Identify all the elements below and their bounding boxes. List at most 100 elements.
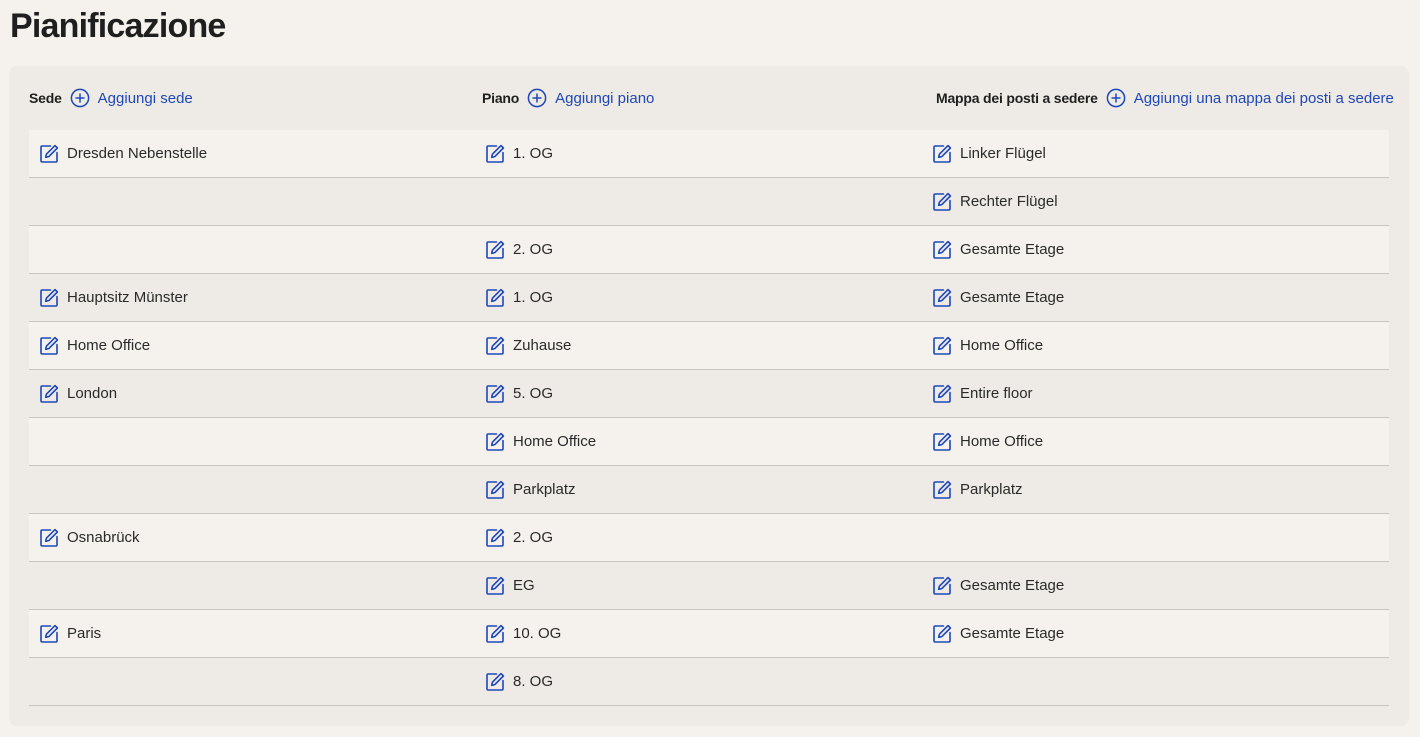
- mappa-name: Gesamte Etage: [960, 289, 1065, 306]
- piano-cell: 1. OG: [484, 130, 553, 177]
- edit-icon[interactable]: [484, 383, 506, 405]
- column-header-piano: Piano Aggiungi piano: [482, 66, 654, 130]
- add-mappa-link[interactable]: Aggiungi una mappa dei posti a sedere: [1106, 88, 1394, 108]
- mappa-cell: Gesamte Etage: [931, 562, 1064, 609]
- edit-icon[interactable]: [38, 143, 60, 165]
- edit-icon[interactable]: [484, 143, 506, 165]
- edit-icon[interactable]: [484, 239, 506, 261]
- edit-icon[interactable]: [484, 479, 506, 501]
- sede-name: Dresden Nebenstelle: [67, 145, 208, 162]
- sede-cell: London: [38, 370, 117, 417]
- sede-cell: Paris: [38, 610, 101, 657]
- edit-icon[interactable]: [484, 575, 506, 597]
- edit-icon[interactable]: [38, 623, 60, 645]
- mappa-name: Gesamte Etage: [960, 241, 1065, 258]
- piano-cell: 2. OG: [484, 514, 553, 561]
- edit-icon[interactable]: [931, 575, 953, 597]
- piano-name: Home Office: [513, 433, 597, 450]
- table-row: Home Office Zuhause Home Office: [29, 322, 1389, 370]
- piano-name: 1. OG: [513, 145, 554, 162]
- sede-name: Osnabrück: [67, 529, 140, 546]
- mappa-name: Home Office: [960, 337, 1044, 354]
- column-header-mappa: Mappa dei posti a sedere Aggiungi una ma…: [936, 66, 1394, 130]
- piano-name: Zuhause: [513, 337, 572, 354]
- plus-circle-icon: [527, 88, 547, 108]
- table-row: Paris 10. OG Gesamte Etage: [29, 610, 1389, 658]
- piano-name: 1. OG: [513, 289, 554, 306]
- page-title: Pianificazione: [10, 7, 226, 45]
- edit-icon[interactable]: [38, 383, 60, 405]
- piano-cell: EG: [484, 562, 535, 609]
- edit-icon[interactable]: [38, 287, 60, 309]
- column-label: Sede: [29, 90, 62, 106]
- table-row: London 5. OG Entire floor: [29, 370, 1389, 418]
- mappa-cell: Home Office: [931, 418, 1043, 465]
- add-sede-label: Aggiungi sede: [97, 89, 193, 107]
- edit-icon[interactable]: [38, 335, 60, 357]
- mappa-cell: Linker Flügel: [931, 130, 1046, 177]
- edit-icon[interactable]: [931, 191, 953, 213]
- edit-icon[interactable]: [931, 623, 953, 645]
- mappa-cell: Gesamte Etage: [931, 610, 1064, 657]
- piano-name: 8. OG: [513, 673, 554, 690]
- edit-icon[interactable]: [484, 671, 506, 693]
- piano-name: Parkplatz: [513, 481, 576, 498]
- edit-icon[interactable]: [931, 143, 953, 165]
- edit-icon[interactable]: [931, 431, 953, 453]
- mappa-cell: Rechter Flügel: [931, 178, 1058, 225]
- table-header: Sede Aggiungi sede Piano Aggiungi piano …: [29, 66, 1394, 130]
- table-row: Dresden Nebenstelle 1. OG Linker Flügel: [29, 130, 1389, 178]
- edit-icon[interactable]: [931, 335, 953, 357]
- sede-name: Home Office: [67, 337, 151, 354]
- piano-cell: Zuhause: [484, 322, 571, 369]
- table-row: Hauptsitz Münster 1. OG Gesamte Etage: [29, 274, 1389, 322]
- edit-icon[interactable]: [484, 287, 506, 309]
- mappa-cell: Gesamte Etage: [931, 226, 1064, 273]
- edit-icon[interactable]: [931, 383, 953, 405]
- add-sede-link[interactable]: Aggiungi sede: [70, 88, 193, 108]
- edit-icon[interactable]: [484, 335, 506, 357]
- edit-icon[interactable]: [484, 527, 506, 549]
- table-row: EG Gesamte Etage: [29, 562, 1389, 610]
- mappa-name: Parkplatz: [960, 481, 1023, 498]
- edit-icon[interactable]: [484, 623, 506, 645]
- mappa-name: Gesamte Etage: [960, 625, 1065, 642]
- table-row: Parkplatz Parkplatz: [29, 466, 1389, 514]
- table-row: Rechter Flügel: [29, 178, 1389, 226]
- mappa-cell: Entire floor: [931, 370, 1033, 417]
- add-piano-label: Aggiungi piano: [555, 89, 655, 107]
- piano-cell: 5. OG: [484, 370, 553, 417]
- sede-name: Paris: [67, 625, 102, 642]
- table-row: Home Office Home Office: [29, 418, 1389, 466]
- column-label: Mappa dei posti a sedere: [936, 90, 1098, 106]
- mappa-cell: Gesamte Etage: [931, 274, 1064, 321]
- mappa-name: Home Office: [960, 433, 1044, 450]
- planning-panel: Sede Aggiungi sede Piano Aggiungi piano …: [9, 66, 1409, 726]
- column-label: Piano: [482, 90, 520, 106]
- sede-cell: Hauptsitz Münster: [38, 274, 188, 321]
- piano-cell: Parkplatz: [484, 466, 576, 513]
- mappa-name: Gesamte Etage: [960, 577, 1065, 594]
- piano-cell: 8. OG: [484, 658, 553, 705]
- edit-icon[interactable]: [931, 287, 953, 309]
- mappa-cell: Parkplatz: [931, 466, 1023, 513]
- piano-cell: Home Office: [484, 418, 596, 465]
- mappa-name: Entire floor: [960, 385, 1033, 402]
- edit-icon[interactable]: [931, 239, 953, 261]
- piano-name: EG: [513, 577, 535, 594]
- add-mappa-label: Aggiungi una mappa dei posti a sedere: [1133, 89, 1394, 107]
- add-piano-link[interactable]: Aggiungi piano: [527, 88, 654, 108]
- piano-cell: 10. OG: [484, 610, 561, 657]
- planning-table-body: Dresden Nebenstelle 1. OG Linker Flügel Rec…: [29, 130, 1389, 706]
- sede-cell: Osnabrück: [38, 514, 140, 561]
- edit-icon[interactable]: [38, 527, 60, 549]
- piano-cell: 2. OG: [484, 226, 553, 273]
- piano-name: 2. OG: [513, 529, 554, 546]
- sede-cell: Home Office: [38, 322, 150, 369]
- edit-icon[interactable]: [484, 431, 506, 453]
- mappa-name: Rechter Flügel: [960, 193, 1058, 210]
- table-row: 8. OG: [29, 658, 1389, 706]
- piano-name: 10. OG: [513, 625, 562, 642]
- mappa-cell: Home Office: [931, 322, 1043, 369]
- edit-icon[interactable]: [931, 479, 953, 501]
